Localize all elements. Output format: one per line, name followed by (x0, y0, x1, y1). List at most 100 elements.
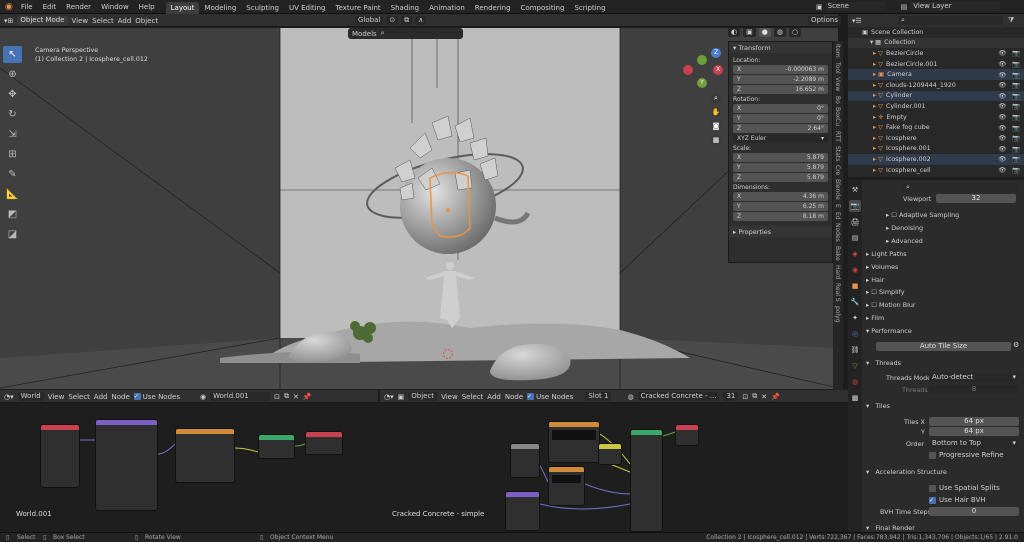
bvh-steps-field[interactable]: 0 (929, 507, 1019, 516)
render-props-icon[interactable]: 📷 (849, 200, 861, 212)
menu-render[interactable]: Render (61, 0, 96, 14)
orientation-dropdown[interactable]: Global (355, 16, 384, 25)
render-camera-icon[interactable]: 📷 (1012, 134, 1020, 142)
progressive-refine-checkbox[interactable]: Progressive Refine (929, 451, 1004, 459)
rotation-z-field[interactable]: Z 2.64° (733, 124, 828, 133)
sidebar-tab-e[interactable]: E (834, 204, 841, 208)
menu-edit[interactable]: Edit (38, 0, 62, 14)
world-menu-add[interactable]: Add (94, 393, 108, 401)
slot-dropdown[interactable]: Slot 1 (585, 392, 612, 401)
shader-menu-view[interactable]: View (441, 393, 458, 401)
pin-icon[interactable]: 📌 (771, 393, 780, 401)
extra-tool-icon[interactable]: ◪ (3, 226, 22, 243)
sidebar-tab-nodes[interactable]: Nodes (834, 223, 841, 242)
dimensions-z-field[interactable]: Z 8.18 m (733, 212, 828, 221)
final-render-section[interactable]: ▾ Final Render (866, 524, 915, 532)
tiles-x-field[interactable]: 64 px (929, 417, 1019, 426)
scene-selector[interactable]: Scene (824, 2, 885, 11)
section-adaptive-sampling[interactable]: ▸ ☐ Adaptive Sampling (886, 211, 959, 219)
location-y-field[interactable]: Y -2.2089 m (733, 75, 828, 84)
outliner-item[interactable]: ▸ ▽ BezierCircle 👁 📷 (848, 48, 1024, 59)
section-simplify[interactable]: ▸ ☐ Simplify (866, 288, 905, 296)
sidebar-tab-rtt[interactable]: RTT (834, 131, 841, 142)
copy-icon[interactable]: ⧉ (752, 392, 757, 401)
add-cube-tool-icon[interactable]: ◩ (3, 206, 22, 223)
order-dropdown[interactable]: Bottom to Top ▾ (929, 439, 1019, 448)
auto-tile-size-button[interactable]: Auto Tile Size (876, 342, 1011, 351)
outliner-item[interactable]: ▸ ▽ BezierCircle.001 👁 📷 (848, 59, 1024, 70)
outliner-item[interactable]: ▸ ▽ Cylinder 👁 📷 (848, 90, 1024, 102)
output-props-icon[interactable]: 🖨 (849, 216, 861, 228)
close-icon[interactable]: ✕ (761, 393, 767, 401)
sidebar-tab-stats[interactable]: Stats (834, 146, 841, 161)
background-node[interactable] (258, 434, 295, 459)
scene-props-icon[interactable]: ◈ (849, 248, 861, 260)
pan-hand-icon[interactable]: ✋ (711, 107, 721, 117)
scale-x-field[interactable]: X 5.879 (733, 153, 828, 162)
section-denoising[interactable]: ▸ Denoising (886, 224, 923, 232)
image-texture-node[interactable] (548, 421, 600, 463)
eye-icon[interactable]: 👁 (998, 60, 1006, 68)
spatial-splits-checkbox[interactable]: Use Spatial Splits (929, 484, 1000, 492)
particles-props-icon[interactable]: ✦ (849, 312, 861, 324)
scale-y-field[interactable]: Y 5.879 (733, 163, 828, 172)
viewport-menu-object[interactable]: Object (135, 17, 158, 25)
shader-type-dropdown[interactable]: World (17, 392, 44, 401)
material-users-count[interactable]: 31 (723, 392, 739, 401)
render-camera-icon[interactable]: 📷 (1012, 124, 1020, 132)
sidebar-tab-cre[interactable]: Cre (834, 165, 841, 175)
filter-icon[interactable]: ⧩ (1008, 16, 1014, 25)
material-props-icon[interactable]: ◍ (849, 376, 861, 388)
section-film[interactable]: ▸ Film (866, 314, 884, 322)
sidebar-tab-real-s[interactable]: Real S (834, 283, 841, 302)
texture-coordinate-node[interactable] (40, 424, 80, 488)
use-nodes-checkbox[interactable]: ✓ Use Nodes (133, 393, 180, 401)
mix-node[interactable] (598, 443, 622, 465)
eye-icon[interactable]: 👁 (998, 155, 1006, 163)
world-node-canvas[interactable]: World.001 (0, 404, 378, 532)
viewport-menu-select[interactable]: Select (92, 17, 114, 25)
eye-icon[interactable]: 👁 (998, 49, 1006, 57)
transform-title[interactable]: Transform (738, 44, 770, 52)
dimensions-y-field[interactable]: Y 6.25 m (733, 202, 828, 211)
outliner-item[interactable]: ▸ ▽ Cylinder.001 👁 📷 (848, 101, 1024, 112)
close-icon[interactable]: ✕ (293, 393, 299, 401)
sidebar-tab-bo[interactable]: Bo (834, 96, 841, 104)
gizmo-y-neg-icon[interactable] (697, 55, 707, 65)
shader-menu-select[interactable]: Select (462, 393, 484, 401)
material-shading-icon[interactable]: ◍ (773, 28, 786, 37)
render-camera-icon[interactable]: 📷 (1012, 60, 1020, 68)
properties-panel-title[interactable]: Properties (738, 228, 771, 236)
hair-bvh-checkbox[interactable]: ✓ Use Hair BVH (929, 496, 986, 504)
render-camera-icon[interactable]: 📷 (1012, 49, 1020, 57)
eye-icon[interactable]: 👁 (998, 166, 1006, 174)
workspace-tab-shading[interactable]: Shading (386, 2, 424, 14)
render-camera-icon[interactable]: 📷 (1012, 145, 1020, 153)
gizmo-y-icon[interactable]: Y (697, 78, 707, 88)
outliner-item[interactable]: ▸ ▽ Icosphere 👁 📷 (848, 133, 1024, 144)
sidebar-tab-view[interactable]: View (834, 77, 841, 91)
location-x-field[interactable]: X -0.000063 m (733, 65, 828, 74)
transform-tool-icon[interactable]: ⊞ (3, 146, 22, 163)
models-dropdown[interactable]: Models (352, 30, 377, 38)
normal-map-node[interactable] (548, 466, 585, 506)
object-mode-dropdown[interactable]: Object Mode (17, 16, 68, 25)
rotate-tool-icon[interactable]: ↻ (3, 106, 22, 123)
outliner-item[interactable]: ▸ ▽ Icosphere_cell 👁 📷 (848, 165, 1024, 176)
outliner-item[interactable]: ▸ ▽ Icosphere.002 👁 📷 (848, 154, 1024, 165)
threads-section[interactable]: ▾ Threads (866, 359, 901, 367)
outliner-item[interactable]: ▸ ▽ clouds-1209444_1920 👁 📷 (848, 80, 1024, 91)
tiles-section[interactable]: ▾ Tiles (866, 402, 890, 410)
physics-props-icon[interactable]: ◎ (849, 328, 861, 340)
rendered-shading-icon[interactable]: ○ (788, 28, 802, 37)
world-menu-select[interactable]: Select (68, 393, 90, 401)
scale-tool-icon[interactable]: ⇲ (3, 126, 22, 143)
modifier-props-icon[interactable]: 🔧 (849, 296, 861, 308)
shader-menu-add[interactable]: Add (487, 393, 501, 401)
zoom-icon[interactable]: ⌕ (711, 93, 721, 103)
sidebar-tab-bake[interactable]: Bake (834, 246, 841, 261)
material-datablock[interactable]: Cracked Concrete - ... (637, 392, 720, 401)
measure-tool-icon[interactable]: 📐 (3, 186, 22, 203)
menu-file[interactable]: File (16, 0, 38, 14)
acceleration-section[interactable]: ▾ Acceleration Structure (866, 468, 947, 476)
